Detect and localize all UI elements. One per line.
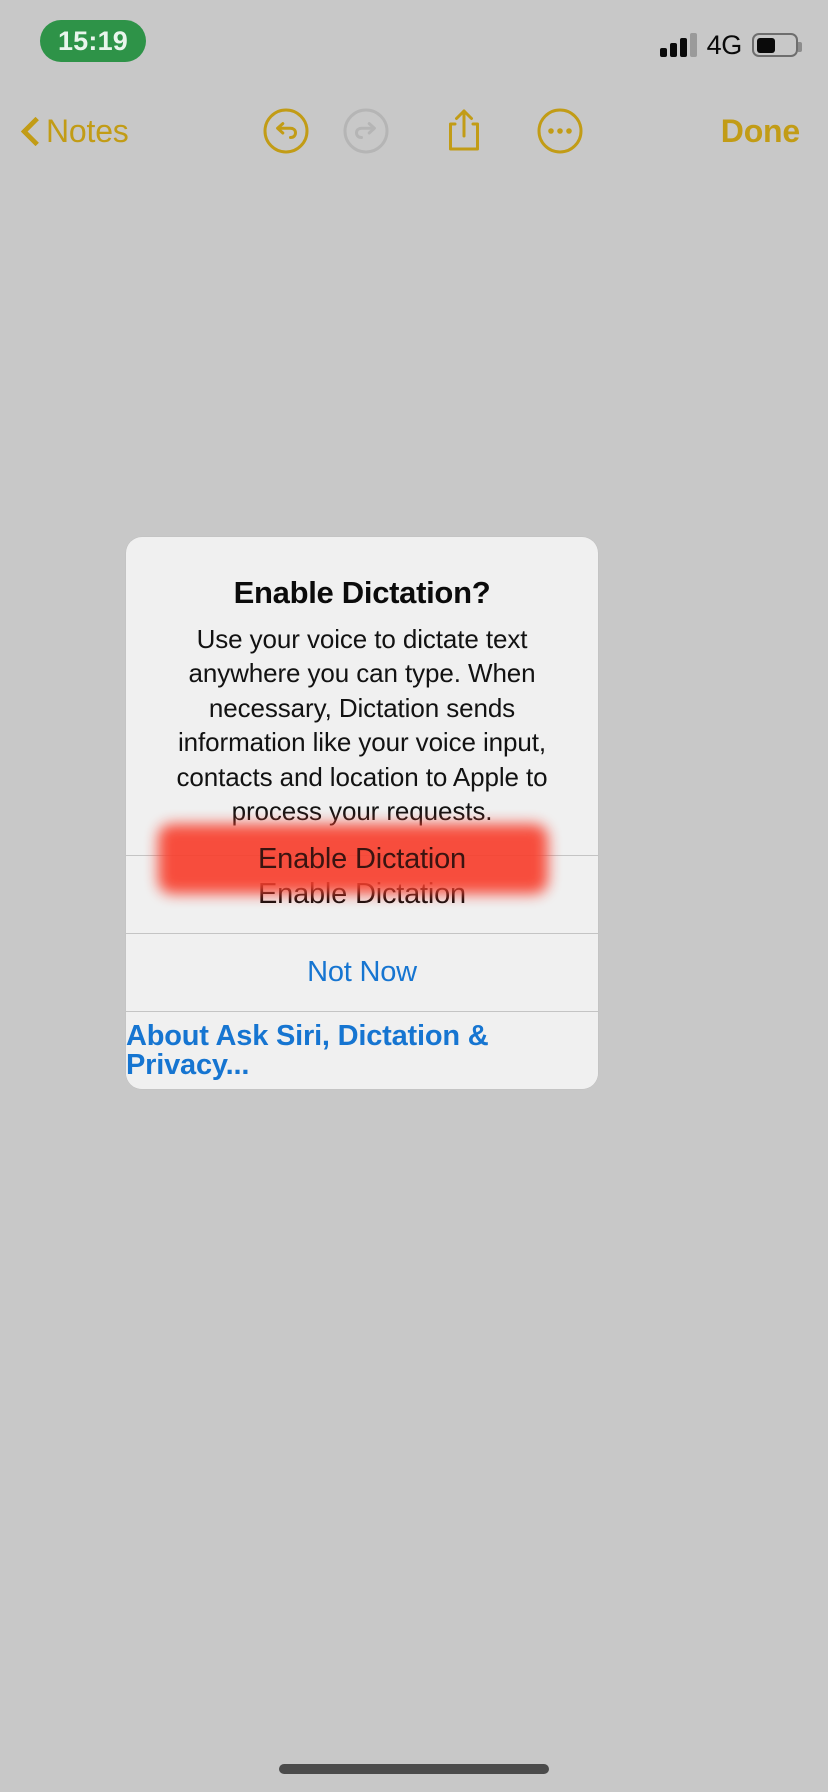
alert-backdrop: Enable Dictation? Use your voice to dict… <box>0 0 828 1792</box>
alert-header: Enable Dictation? Use your voice to dict… <box>126 537 598 855</box>
enable-dictation-button[interactable]: Enable Dictation <box>126 855 598 934</box>
enable-dictation-alert: Enable Dictation? Use your voice to dict… <box>126 537 598 1090</box>
about-ask-siri-privacy-label: About Ask Siri, Dictation & Privacy... <box>126 1019 489 1081</box>
not-now-button-label: Not Now <box>307 956 417 989</box>
about-ask-siri-privacy-link[interactable]: About Ask Siri, Dictation & Privacy... <box>126 1011 598 1090</box>
iphone-screen: 15:19 4G Notes Done Enable Dictation? Us… <box>0 0 828 1792</box>
home-indicator[interactable] <box>279 1764 549 1774</box>
enable-dictation-button-label: Enable Dictation <box>258 878 466 911</box>
alert-message: Use your voice to dictate text anywhere … <box>176 623 548 827</box>
not-now-button[interactable]: Not Now <box>126 933 598 1012</box>
alert-title: Enable Dictation? <box>233 575 491 610</box>
